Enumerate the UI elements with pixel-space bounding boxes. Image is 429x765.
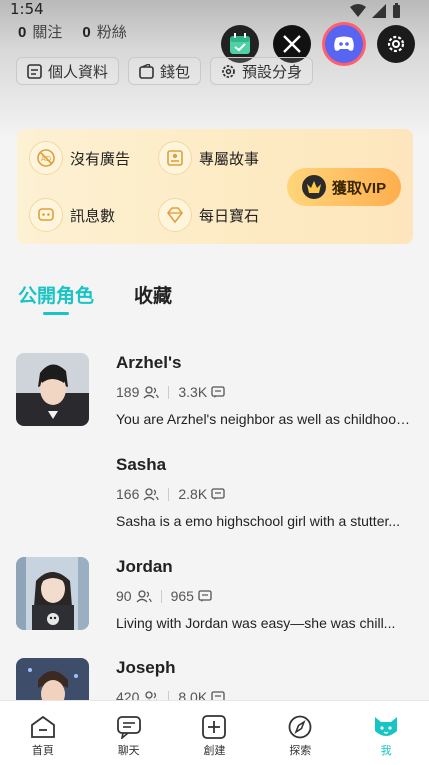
discord-logo-icon — [334, 36, 354, 51]
signal-icon — [372, 3, 386, 18]
character-stats: 166 2.8K — [116, 486, 225, 502]
character-name: Sasha — [116, 455, 167, 474]
status-icons — [350, 3, 401, 18]
discord-button[interactable] — [325, 25, 363, 63]
profile-icon — [27, 63, 42, 79]
crown-icon — [301, 175, 326, 199]
character-name: Jordan — [116, 557, 173, 576]
perk-label: 沒有廣告 — [70, 150, 131, 168]
get-vip-button[interactable]: 獲取VIP — [287, 168, 401, 206]
chat-icon — [116, 716, 141, 739]
profile-buttons: 個人資料 錢包 預設分身 — [16, 57, 314, 85]
message-icon — [198, 589, 212, 602]
nav-explore[interactable]: 探索 — [270, 715, 330, 758]
wallet-icon — [139, 63, 154, 79]
user-count: 90 — [116, 588, 132, 604]
status-time: 1:54 — [10, 0, 44, 18]
message-count: 965 — [170, 588, 194, 604]
user-count: 189 — [116, 384, 140, 400]
user-count: 166 — [116, 486, 140, 502]
profile-button[interactable]: 個人資料 — [16, 57, 120, 85]
settings-button[interactable] — [377, 25, 415, 63]
message-icon — [211, 385, 225, 398]
wallet-button[interactable]: 錢包 — [128, 57, 202, 85]
users-icon — [143, 385, 159, 398]
x-logo-icon — [283, 35, 301, 53]
followers-count[interactable]: 0 — [82, 24, 90, 41]
cat-face-icon — [375, 717, 398, 736]
get-vip-label: 獲取VIP — [331, 179, 387, 197]
stats-separator — [168, 487, 170, 501]
nav-me-label: 我 — [380, 745, 392, 757]
status-bar: 1:54 — [0, 0, 429, 22]
message-icon — [211, 487, 225, 500]
nav-home[interactable]: 首頁 — [13, 715, 73, 758]
character-item[interactable]: Arzhel's 189 3.3K You are Arzhel's neigh… — [16, 353, 416, 443]
battery-icon — [393, 3, 400, 18]
create-icon — [202, 715, 227, 739]
content-tabs: 公開角色 收藏 — [18, 281, 172, 317]
gem-icon — [158, 198, 192, 232]
perk-label: 訊息數 — [70, 207, 116, 225]
character-name: Joseph — [116, 658, 176, 677]
nav-chat[interactable]: 聊天 — [99, 715, 159, 758]
perk-message-count: 訊息數 — [29, 198, 115, 232]
character-item[interactable]: Sasha 166 2.8K Sasha is a emo highschool… — [16, 455, 416, 545]
nav-create[interactable]: 創建 — [184, 715, 244, 758]
perk-exclusive-story: 專屬故事 — [158, 141, 259, 175]
gear-icon — [387, 35, 405, 53]
following-count[interactable]: 0 — [18, 24, 26, 41]
default-avatar-label: 預設分身 — [242, 63, 303, 81]
nav-me[interactable]: 我 — [356, 715, 416, 758]
compass-icon — [288, 715, 312, 739]
character-stats: 90 965 — [116, 588, 212, 604]
character-avatar — [16, 557, 89, 630]
default-avatar-button[interactable]: 預設分身 — [210, 57, 314, 85]
character-description: You are Arzhel's neighbor as well as chi… — [116, 411, 412, 427]
message-count: 2.8K — [178, 486, 208, 502]
character-item[interactable]: Jordan 90 965 Living with Jordan was eas… — [16, 557, 416, 647]
users-icon — [136, 589, 152, 602]
character-name: Arzhel's — [116, 353, 182, 372]
bottom-navigation: 首頁 聊天 創建 探索 我 — [0, 700, 429, 765]
nav-chat-label: 聊天 — [117, 745, 140, 757]
message-count-icon — [29, 198, 63, 232]
nav-explore-label: 探索 — [289, 745, 312, 757]
stats-separator — [168, 385, 170, 399]
perk-label: 專屬故事 — [199, 150, 260, 168]
perk-no-ads: AD 沒有廣告 — [29, 141, 130, 175]
perk-label: 每日寶石 — [199, 207, 260, 225]
wallet-button-label: 錢包 — [160, 63, 191, 81]
followers-label[interactable]: 粉絲 — [97, 21, 127, 42]
character-description: Sasha is a emo highschool girl with a st… — [116, 513, 401, 529]
calendar-check-icon — [230, 33, 250, 54]
perk-daily-gems: 每日寶石 — [158, 198, 259, 232]
tab-favorites[interactable]: 收藏 — [134, 281, 172, 317]
no-ads-icon: AD — [29, 141, 63, 175]
nav-home-label: 首頁 — [31, 745, 54, 757]
character-description: Living with Jordan was easy—she was chil… — [116, 615, 396, 631]
story-icon — [158, 141, 192, 175]
message-count: 3.3K — [178, 384, 208, 400]
nav-create-label: 創建 — [203, 745, 226, 757]
gear-icon — [222, 64, 235, 78]
wifi-icon — [350, 3, 366, 17]
character-avatar — [16, 353, 89, 426]
tab-public-characters[interactable]: 公開角色 — [18, 281, 94, 317]
following-label[interactable]: 關注 — [32, 21, 62, 42]
character-stats: 189 3.3K — [116, 384, 225, 400]
home-icon — [30, 715, 55, 738]
profile-button-label: 個人資料 — [48, 63, 109, 81]
stats-separator — [160, 589, 162, 603]
users-icon — [143, 487, 159, 500]
svg-text:AD: AD — [41, 155, 51, 163]
follow-stats: 0 關注 0 粉絲 — [18, 21, 141, 42]
